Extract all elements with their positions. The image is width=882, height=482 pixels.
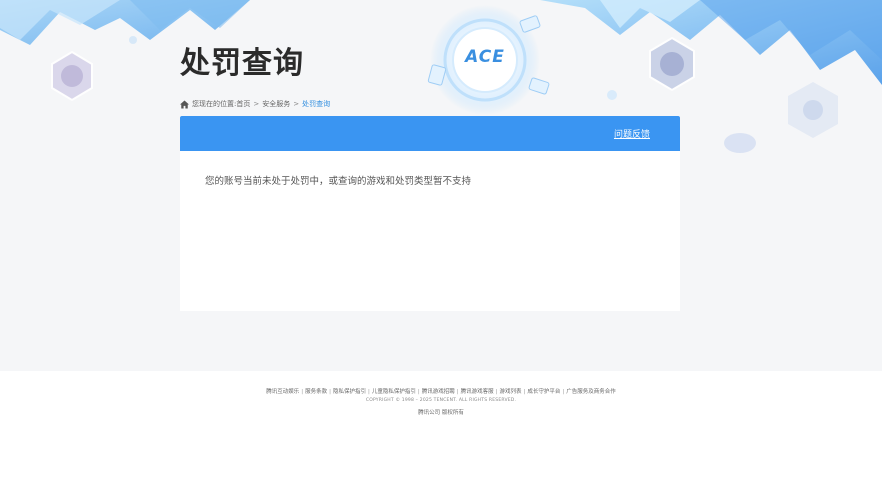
footer-link-child-privacy[interactable]: 儿童隐私保护指引 [372, 389, 416, 395]
footer-link-ads[interactable]: 广告服务及商务合作 [566, 389, 616, 395]
footer-separator: | [417, 389, 420, 395]
footer-separator: | [495, 389, 498, 395]
feedback-link[interactable]: 问题反馈 [614, 127, 650, 140]
footer-separator: | [523, 389, 526, 395]
footer-link-game-list[interactable]: 游戏列表 [499, 389, 521, 395]
breadcrumb-item-home[interactable]: 首页 [236, 99, 250, 109]
breadcrumb-separator: > [253, 100, 260, 108]
header-background: ACE 处罚查询 您现在的位置: 首页 > 安全服务 > 处罚查询 问题反馈 您… [0, 0, 882, 371]
ace-logo: ACE [465, 47, 505, 67]
copyright-text: COPYRIGHT © 1998 – 2025 TENCENT. ALL RIG… [365, 398, 517, 403]
footer-link-guardian[interactable]: 成长守护平台 [527, 389, 560, 395]
footer-separator: | [368, 389, 370, 395]
footer-link-terms[interactable]: 服务条款 [305, 389, 327, 395]
footer-link-support[interactable]: 腾讯游戏客服 [461, 389, 494, 395]
company-text: 腾讯公司 版权所有 [418, 410, 464, 416]
footer-separator: | [562, 389, 565, 395]
footer-link-tencent-ieg[interactable]: 腾讯互动娱乐 [266, 389, 299, 395]
footer-links: 腾讯互动娱乐 | 服务条款 | 隐私保护指引 | 儿童隐私保护指引 | 腾讯游戏招聘 | 腾讯游戏客… [0, 387, 882, 395]
footer-link-careers[interactable]: 腾讯游戏招聘 [422, 389, 455, 395]
footer-separator: | [456, 389, 459, 395]
result-panel: 问题反馈 您的账号当前未处于处罚中，或查询的游戏和处罚类型暂不支持 [180, 116, 680, 311]
breadcrumb-current: 处罚查询 [302, 100, 331, 108]
footer-link-privacy[interactable]: 隐私保护指引 [333, 389, 366, 395]
breadcrumb-item-security-service[interactable]: 安全服务 [262, 99, 290, 109]
breadcrumb-prefix: 您现在的位置: [192, 100, 237, 108]
footer: 腾讯互动娱乐 | 服务条款 | 隐私保护指引 | 儿童隐私保护指引 | 腾讯游戏招聘 | 腾讯游戏客… [0, 371, 882, 416]
home-icon [180, 99, 189, 109]
footer-separator: | [301, 389, 304, 395]
breadcrumb: 您现在的位置: 首页 > 安全服务 > 处罚查询 [180, 99, 330, 109]
page-title: 处罚查询 [180, 46, 304, 81]
result-message: 您的账号当前未处于处罚中，或查询的游戏和处罚类型暂不支持 [205, 176, 472, 187]
panel-header: 问题反馈 [180, 116, 680, 151]
footer-separator: | [329, 389, 331, 395]
breadcrumb-separator: > [293, 100, 300, 108]
